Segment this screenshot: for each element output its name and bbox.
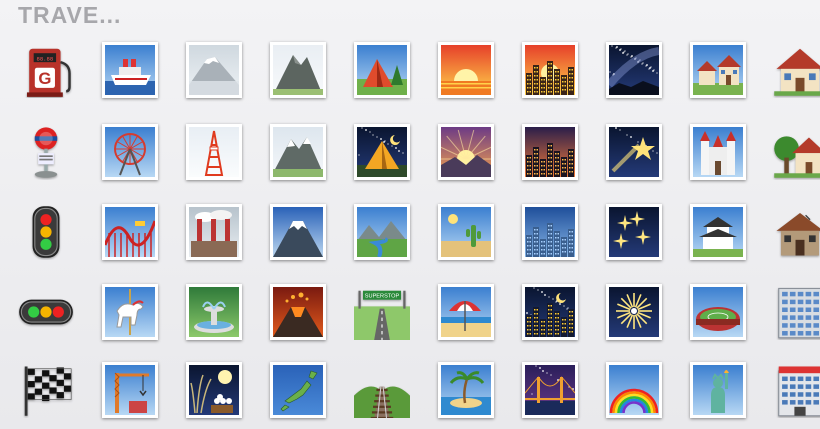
busstop-icon[interactable] bbox=[18, 124, 74, 180]
stadium-icon[interactable] bbox=[690, 284, 746, 340]
rainbow-icon[interactable] bbox=[606, 362, 662, 418]
statue-of-liberty-icon[interactable] bbox=[690, 362, 746, 418]
european-castle-icon[interactable] bbox=[690, 124, 746, 180]
house-with-garden-icon[interactable] bbox=[772, 124, 820, 180]
building-construction-icon[interactable] bbox=[102, 362, 158, 418]
fireworks-icon[interactable] bbox=[606, 284, 662, 340]
night-with-stars-icon[interactable] bbox=[522, 284, 578, 340]
tent-icon[interactable] bbox=[354, 42, 410, 98]
volcano-icon[interactable] bbox=[270, 284, 326, 340]
milky-way-icon[interactable] bbox=[606, 42, 662, 98]
ferris-wheel-icon[interactable] bbox=[102, 124, 158, 180]
bridge-at-night-icon[interactable] bbox=[522, 362, 578, 418]
factory-icon[interactable] bbox=[186, 204, 242, 260]
national-park-icon[interactable] bbox=[354, 204, 410, 260]
category-title: TRAVE... bbox=[18, 2, 122, 28]
city-sunset-icon[interactable] bbox=[522, 42, 578, 98]
houses-icon[interactable] bbox=[690, 42, 746, 98]
beach-with-umbrella-icon[interactable] bbox=[438, 284, 494, 340]
japan-map-icon[interactable] bbox=[270, 362, 326, 418]
carousel-horse-icon[interactable] bbox=[102, 284, 158, 340]
horizontal-traffic-light-icon[interactable] bbox=[18, 284, 74, 340]
derelict-house-icon[interactable] bbox=[772, 204, 820, 260]
camping-night-icon[interactable] bbox=[354, 124, 410, 180]
moon-viewing-ceremony-icon[interactable] bbox=[186, 362, 242, 418]
cityscape-icon[interactable] bbox=[522, 204, 578, 260]
sparkler-icon[interactable] bbox=[606, 204, 662, 260]
house-icon[interactable] bbox=[772, 42, 820, 98]
svg-text:G: G bbox=[38, 69, 51, 88]
vertical-traffic-light-icon[interactable] bbox=[18, 204, 74, 260]
shooting-star-icon[interactable] bbox=[606, 124, 662, 180]
svg-text:88.88: 88.88 bbox=[36, 55, 53, 62]
mountain-icon[interactable] bbox=[270, 42, 326, 98]
chequered-flag-icon[interactable] bbox=[18, 362, 74, 418]
svg-text:SUPERSTOP: SUPERSTOP bbox=[365, 293, 400, 299]
tokyo-tower-icon[interactable] bbox=[186, 124, 242, 180]
roller-coaster-icon[interactable] bbox=[102, 204, 158, 260]
sunrise-over-mountains-icon[interactable] bbox=[438, 124, 494, 180]
department-store-icon[interactable] bbox=[772, 362, 820, 418]
mount-fuji-fog-icon[interactable] bbox=[186, 42, 242, 98]
sunrise-icon[interactable] bbox=[438, 42, 494, 98]
city-dusk-icon[interactable] bbox=[522, 124, 578, 180]
railway-track-icon[interactable] bbox=[354, 362, 410, 418]
motorway-icon[interactable]: SUPERSTOP bbox=[354, 284, 410, 340]
desert-icon[interactable] bbox=[438, 204, 494, 260]
office-building-icon[interactable] bbox=[772, 284, 820, 340]
snow-mountain-icon[interactable] bbox=[270, 124, 326, 180]
fountain-icon[interactable] bbox=[186, 284, 242, 340]
fuel-pump-icon[interactable]: 88.88 G bbox=[18, 42, 74, 98]
mount-fuji-icon[interactable] bbox=[270, 204, 326, 260]
ship-icon[interactable] bbox=[102, 42, 158, 98]
desert-island-icon[interactable] bbox=[438, 362, 494, 418]
japanese-castle-icon[interactable] bbox=[690, 204, 746, 260]
